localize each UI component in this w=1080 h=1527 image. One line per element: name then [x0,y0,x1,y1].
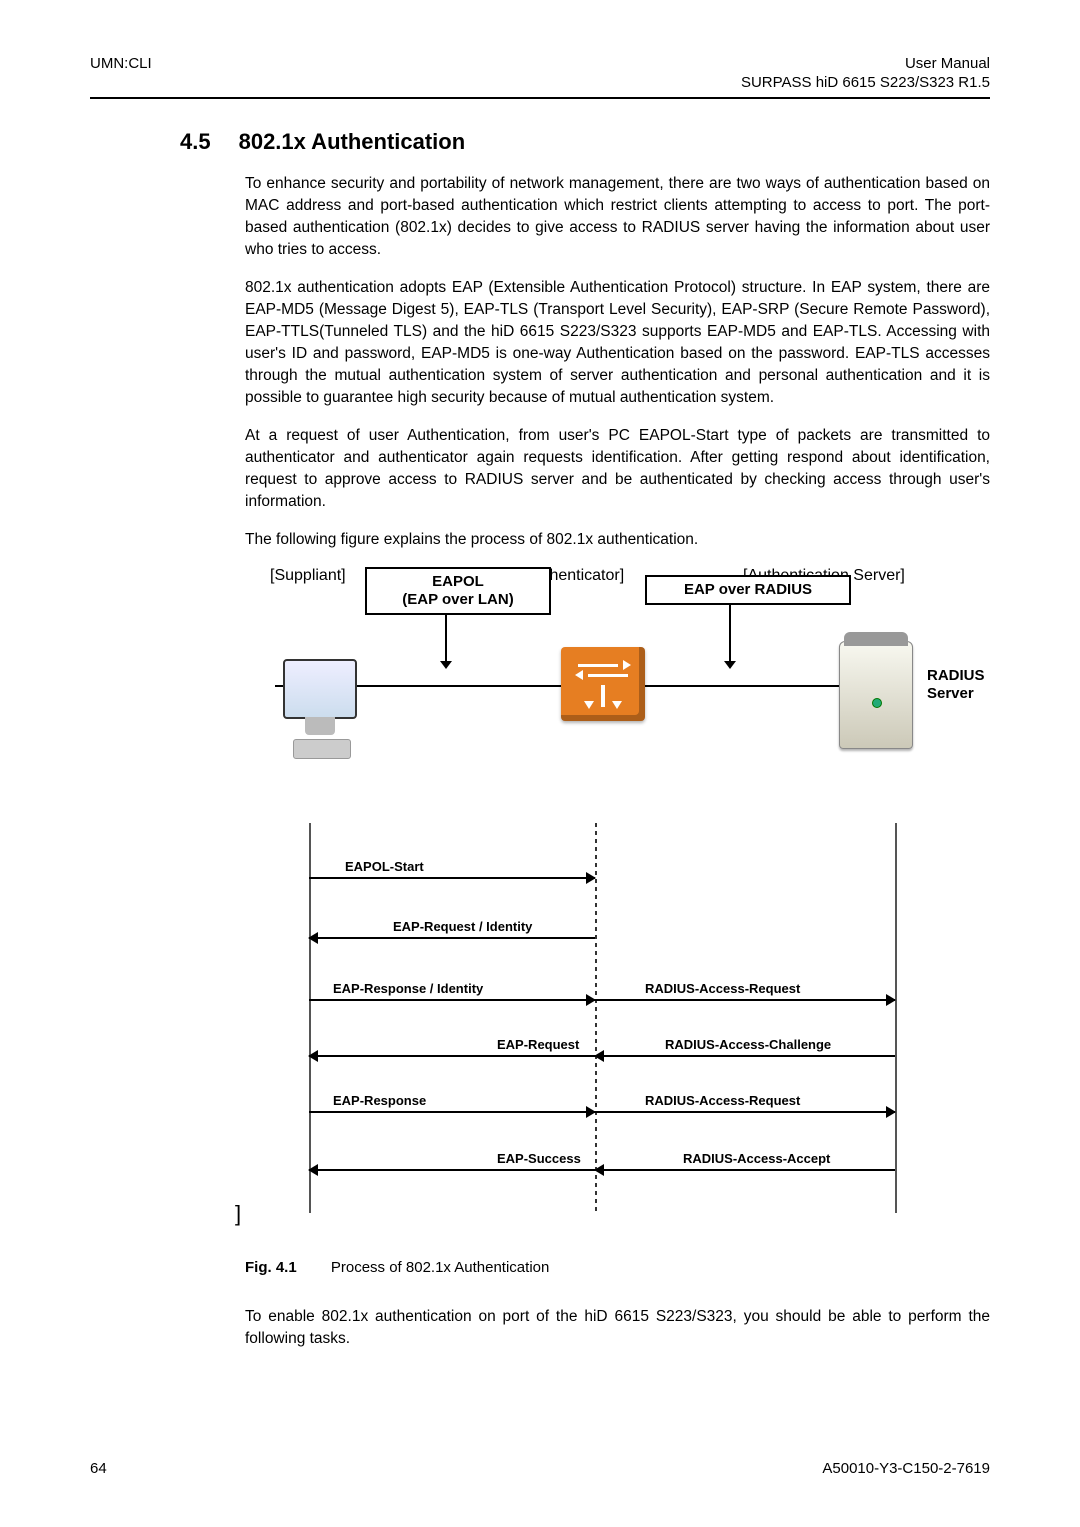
msg-radius-access-request: RADIUS-Access-Request [645,981,800,996]
arrow-down-icon [445,615,447,661]
stray-bracket: ] [235,1201,241,1227]
header-rule [90,97,990,99]
role-suppliant: [Suppliant] [270,567,346,585]
section-number: 4.5 [180,129,211,155]
message-arrow [309,1111,595,1113]
page-header: UMN:CLI User Manual [90,55,990,72]
message-arrow [595,1169,895,1171]
switch-split-icon [581,685,625,707]
eapol-label-box: EAPOL (EAP over LAN) [365,567,551,615]
page-number: 64 [90,1460,107,1477]
arrow-left-icon [594,1050,604,1062]
page-footer: 64 A50010-Y3-C150-2-7619 [90,1460,990,1477]
arrow-left-icon [308,1050,318,1062]
eap-radius-line: EAP over RADIUS [663,581,833,599]
message-arrow [309,937,595,939]
eapol-line1: EAPOL [383,573,533,591]
sequence-diagram: EAPOL-Start EAP-Request / Identity EAP-R… [245,823,985,1223]
arrow-right-icon [886,994,896,1006]
message-arrow [309,999,595,1001]
message-arrow [309,1055,595,1057]
document-id: A50010-Y3-C150-2-7619 [822,1460,990,1477]
paragraph: At a request of user Authentication, fro… [245,425,990,513]
paragraph: 802.1x authentication adopts EAP (Extens… [245,277,990,409]
msg-eapol-start: EAPOL-Start [345,859,424,874]
keyboard-icon [293,739,351,759]
message-arrow [595,1111,895,1113]
header-right-top: User Manual [905,55,990,72]
message-arrow [309,877,595,879]
arrow-down-icon [729,605,731,661]
arrow-right-icon [586,872,596,884]
msg-radius-access-accept: RADIUS-Access-Accept [683,1151,830,1166]
figure-caption-text: Process of 802.1x Authentication [331,1259,549,1276]
arrow-left-icon [594,1164,604,1176]
figure-diagram: EAPOL (EAP over LAN) EAP over RADIUS RAD… [245,567,990,1247]
arrow-left-icon [308,932,318,944]
radius-server-l1: RADIUS [927,667,985,685]
switch-arrows-icon [578,662,628,682]
msg-eap-req-identity: EAP-Request / Identity [393,919,532,934]
paragraph: To enable 802.1x authentication on port … [245,1306,990,1350]
msg-eap-success: EAP-Success [497,1151,581,1166]
msg-radius-access-request-2: RADIUS-Access-Request [645,1093,800,1108]
section-heading: 4.5 802.1x Authentication [180,129,990,155]
server-led-icon [872,698,882,708]
server-icon [839,641,913,749]
msg-eap-resp-identity: EAP-Response / Identity [333,981,483,996]
msg-eap-response: EAP-Response [333,1093,426,1108]
msg-eap-request: EAP-Request [497,1037,579,1052]
radius-server-l2: Server [927,685,985,703]
header-left: UMN:CLI [90,55,152,72]
figure-caption: Fig. 4.1 Process of 802.1x Authenticatio… [245,1259,990,1276]
figure-number: Fig. 4.1 [245,1259,297,1276]
lifeline-suppliant [309,823,311,1213]
header-right-sub: SURPASS hiD 6615 S223/S323 R1.5 [90,74,990,91]
lifeline-auth-server [895,823,897,1213]
computer-monitor-icon [283,659,357,719]
radius-server-label: RADIUS Server [927,667,985,703]
section-title: 802.1x Authentication [239,129,466,155]
network-switch-icon [561,647,645,721]
paragraph: The following figure explains the proces… [245,529,990,551]
eap-radius-label-box: EAP over RADIUS [645,575,851,605]
eapol-line2: (EAP over LAN) [383,591,533,609]
arrow-right-icon [886,1106,896,1118]
msg-radius-access-challenge: RADIUS-Access-Challenge [665,1037,831,1052]
message-arrow [595,999,895,1001]
message-arrow [309,1169,595,1171]
paragraph: To enhance security and portability of n… [245,173,990,261]
message-arrow [595,1055,895,1057]
arrow-left-icon [308,1164,318,1176]
